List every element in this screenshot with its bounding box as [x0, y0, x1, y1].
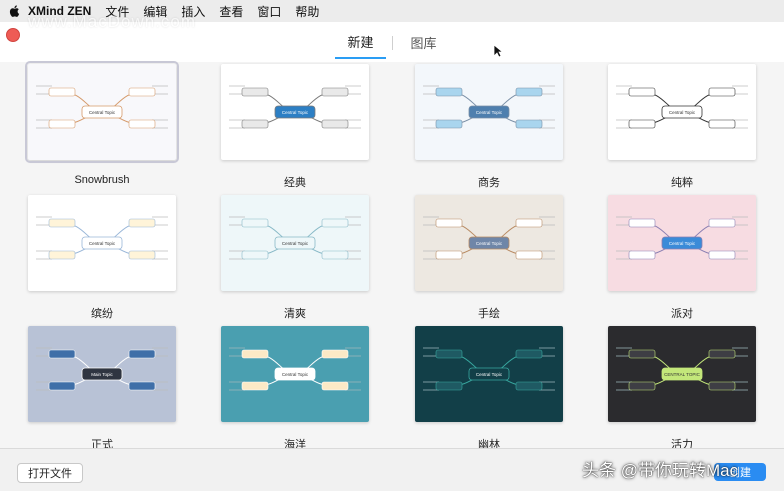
mindmap-preview: Central Topic	[36, 216, 168, 260]
template-card[interactable]: Central Topic	[25, 61, 179, 163]
mindmap-preview: Central Topic	[423, 216, 555, 260]
mouse-cursor-icon	[493, 44, 503, 58]
mindmap-preview: CENTRAL TOPIC	[616, 347, 748, 391]
watermark-text: www.MacDown.com	[28, 12, 197, 31]
template-card[interactable]: Main Topic	[28, 326, 176, 422]
template-label: Snowbrush	[74, 174, 130, 186]
template-label: 商务	[478, 177, 500, 189]
mindmap-preview: Main Topic	[36, 347, 168, 391]
template-label: 派对	[671, 308, 693, 320]
central-topic-text: Central Topic	[669, 110, 696, 115]
central-topic-text: Central Topic	[282, 241, 309, 246]
template-label: 清爽	[284, 308, 306, 320]
template-card[interactable]: CENTRAL TOPIC	[608, 326, 756, 422]
template-window: 新建 图库 Central Topic Snowbrush Central Topi…	[0, 22, 784, 491]
tab-bar: 新建 图库	[0, 32, 784, 59]
central-topic-text: Central Topic	[89, 241, 116, 246]
mindmap-preview: Central Topic	[616, 85, 748, 129]
central-topic-text: Central Topic	[89, 110, 116, 115]
template-card[interactable]: Central Topic	[415, 195, 563, 291]
tab-gallery[interactable]: 图库	[399, 33, 449, 58]
menu-window[interactable]: 窗口	[257, 3, 281, 20]
template-card[interactable]: Central Topic	[221, 326, 369, 422]
template-card[interactable]: Central Topic	[415, 64, 563, 160]
mindmap-preview: Central Topic	[423, 85, 555, 129]
mindmap-preview: Central Topic	[229, 85, 361, 129]
mindmap-preview: Central Topic	[423, 347, 555, 391]
template-label: 缤纷	[91, 308, 113, 320]
template-label: 纯粹	[671, 177, 693, 189]
apple-logo-icon[interactable]	[8, 4, 22, 18]
central-topic-text: Central Topic	[476, 372, 503, 377]
template-card[interactable]: Central Topic	[221, 64, 369, 160]
mindmap-preview: Central Topic	[229, 216, 361, 260]
mindmap-preview: Central Topic	[36, 85, 168, 129]
menu-help[interactable]: 帮助	[295, 3, 319, 20]
open-file-button[interactable]: 打开文件	[17, 463, 83, 483]
menu-view[interactable]: 查看	[219, 3, 243, 20]
template-card[interactable]: Central Topic	[221, 195, 369, 291]
template-grid: Central Topic Snowbrush Central Topic 经典 Cen…	[0, 61, 784, 451]
mindmap-preview: Central Topic	[229, 347, 361, 391]
central-topic-text: Central Topic	[282, 110, 309, 115]
template-card[interactable]: Central Topic	[608, 195, 756, 291]
corner-watermark-text: 头条 @带你玩转Mac	[582, 461, 739, 480]
central-topic-text: Central Topic	[282, 372, 309, 377]
central-topic-text: CENTRAL TOPIC	[664, 372, 700, 377]
central-topic-text: Central Topic	[476, 110, 503, 115]
tab-new[interactable]: 新建	[335, 32, 386, 59]
mindmap-preview: Central Topic	[616, 216, 748, 260]
template-card[interactable]: Central Topic	[28, 195, 176, 291]
tab-divider	[391, 35, 393, 50]
template-label: 手绘	[478, 308, 500, 320]
central-topic-text: Central Topic	[476, 241, 503, 246]
template-card[interactable]: Central Topic	[608, 64, 756, 160]
template-card[interactable]: Central Topic	[415, 326, 563, 422]
central-topic-text: Central Topic	[669, 241, 696, 246]
central-topic-text: Main Topic	[91, 372, 113, 377]
template-label: 经典	[284, 177, 306, 189]
